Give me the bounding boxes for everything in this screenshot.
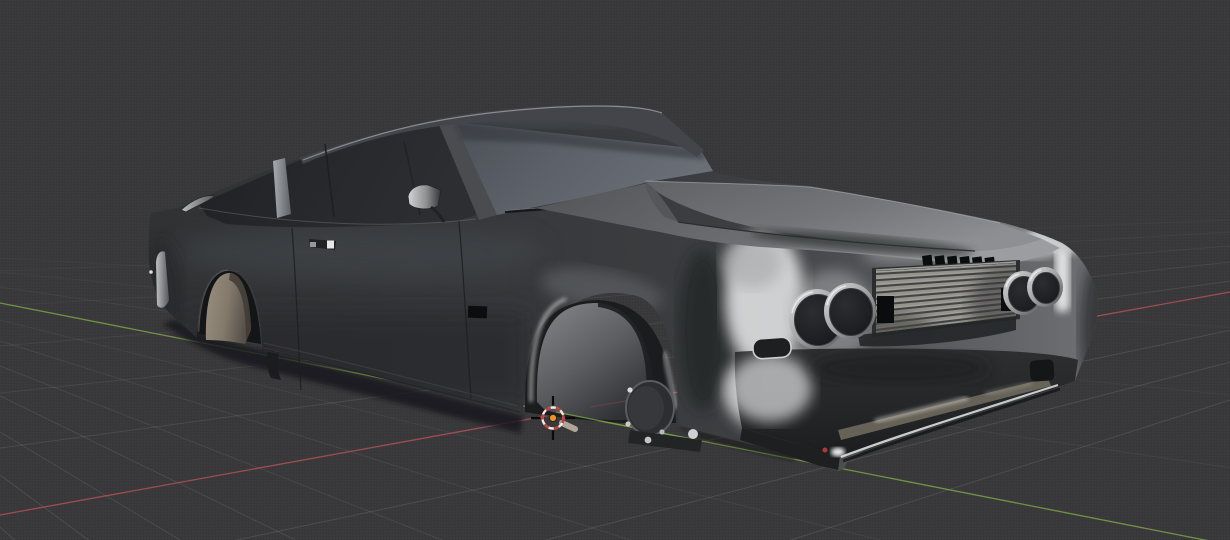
viewport-canvas[interactable] <box>0 0 1230 540</box>
bumper-speckle-shade <box>810 352 990 384</box>
door-handle-tip <box>310 242 316 247</box>
bumper-slot-right <box>1029 359 1055 382</box>
arm-bright-cylinder <box>688 429 698 439</box>
nose-arch-separation-shadow <box>679 250 727 410</box>
tail-marker-dot <box>149 270 153 274</box>
side-mirror <box>407 184 442 210</box>
brake-drum-face <box>628 386 664 430</box>
front-side-marker <box>752 336 792 360</box>
cursor-tick <box>551 430 555 440</box>
object-origin-dot <box>548 413 558 423</box>
door-vent-black <box>467 305 488 319</box>
cursor-tick <box>551 396 555 406</box>
viewport-3d[interactable] <box>0 0 1230 540</box>
drum-stud-1 <box>627 387 633 393</box>
headlight-2 <box>824 283 876 339</box>
headlight-4 <box>1027 267 1063 307</box>
grille-black-box-left <box>877 296 894 323</box>
cursor-tick <box>531 416 541 420</box>
drum-stud-3 <box>659 429 665 435</box>
cursor-tick <box>565 416 575 420</box>
bumper-left-chrome-glow <box>728 354 812 422</box>
valance-red-dot <box>822 447 828 453</box>
arm-bright-cylinder-2 <box>644 436 652 444</box>
drum-stud-2 <box>625 421 631 427</box>
valance-chrome-blob <box>831 447 845 457</box>
door-handle-chrome <box>327 240 334 249</box>
